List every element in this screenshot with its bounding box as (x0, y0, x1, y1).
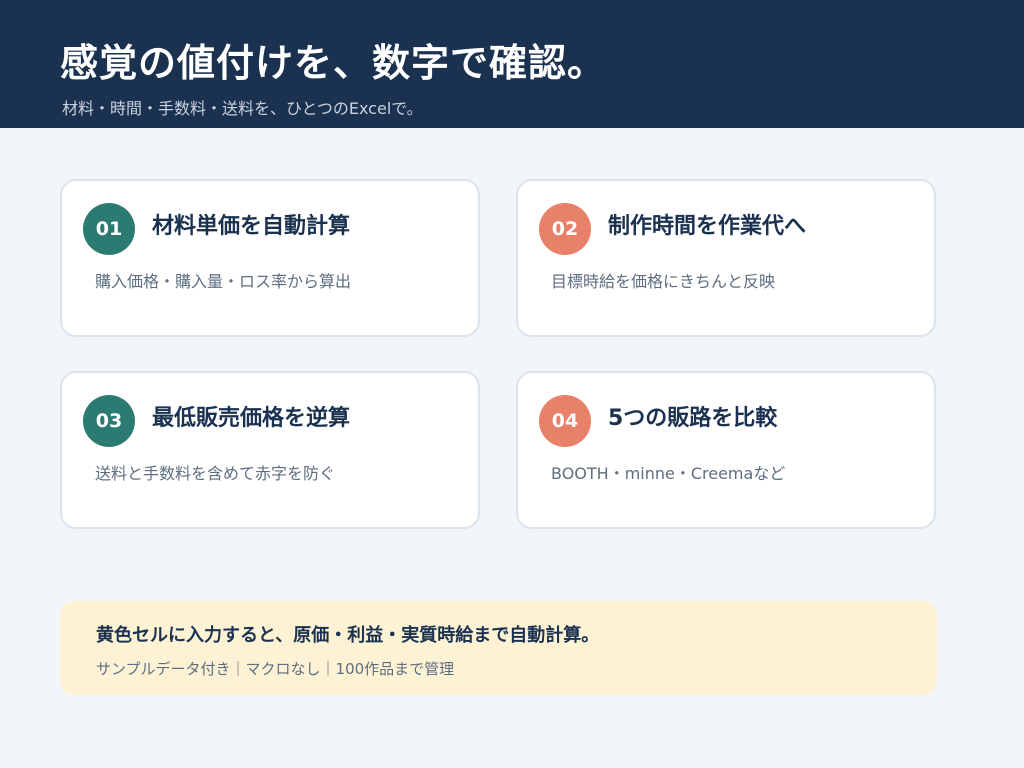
feature-card-2: 02 制作時間を作業代へ 目標時給を価格にきちんと反映 (516, 179, 936, 337)
feature-title: 材料単価を自動計算 (152, 214, 351, 239)
feature-title: 5つの販路を比較 (608, 406, 778, 431)
feature-number-badge: 04 (539, 395, 591, 447)
feature-description: 目標時給を価格にきちんと反映 (551, 272, 776, 291)
page-title: 感覚の値付けを、数字で確認。 (60, 41, 607, 85)
info-note: 黄色セルに入力すると、原価・利益・実質時給まで自動計算。 サンプルデータ付き｜マ… (60, 601, 937, 695)
feature-number-badge: 03 (83, 395, 135, 447)
feature-card-3: 03 最低販売価格を逆算 送料と手数料を含めて赤字を防ぐ (60, 371, 480, 529)
feature-number-badge: 01 (83, 203, 135, 255)
feature-title: 制作時間を作業代へ (608, 214, 807, 239)
page-subtitle: 材料・時間・手数料・送料を、ひとつのExcelで。 (62, 99, 423, 118)
feature-card-4: 04 5つの販路を比較 BOOTH・minne・Creemaなど (516, 371, 936, 529)
note-title: 黄色セルに入力すると、原価・利益・実質時給まで自動計算。 (96, 625, 600, 646)
feature-title: 最低販売価格を逆算 (152, 406, 351, 431)
feature-number-badge: 02 (539, 203, 591, 255)
note-detail: サンプルデータ付き｜マクロなし｜100作品まで管理 (96, 660, 455, 678)
header-banner: 感覚の値付けを、数字で確認。 材料・時間・手数料・送料を、ひとつのExcelで。 (0, 0, 1024, 128)
feature-description: 購入価格・購入量・ロス率から算出 (95, 272, 352, 291)
feature-description: BOOTH・minne・Creemaなど (551, 464, 786, 483)
feature-description: 送料と手数料を含めて赤字を防ぐ (95, 464, 336, 483)
feature-card-1: 01 材料単価を自動計算 購入価格・購入量・ロス率から算出 (60, 179, 480, 337)
